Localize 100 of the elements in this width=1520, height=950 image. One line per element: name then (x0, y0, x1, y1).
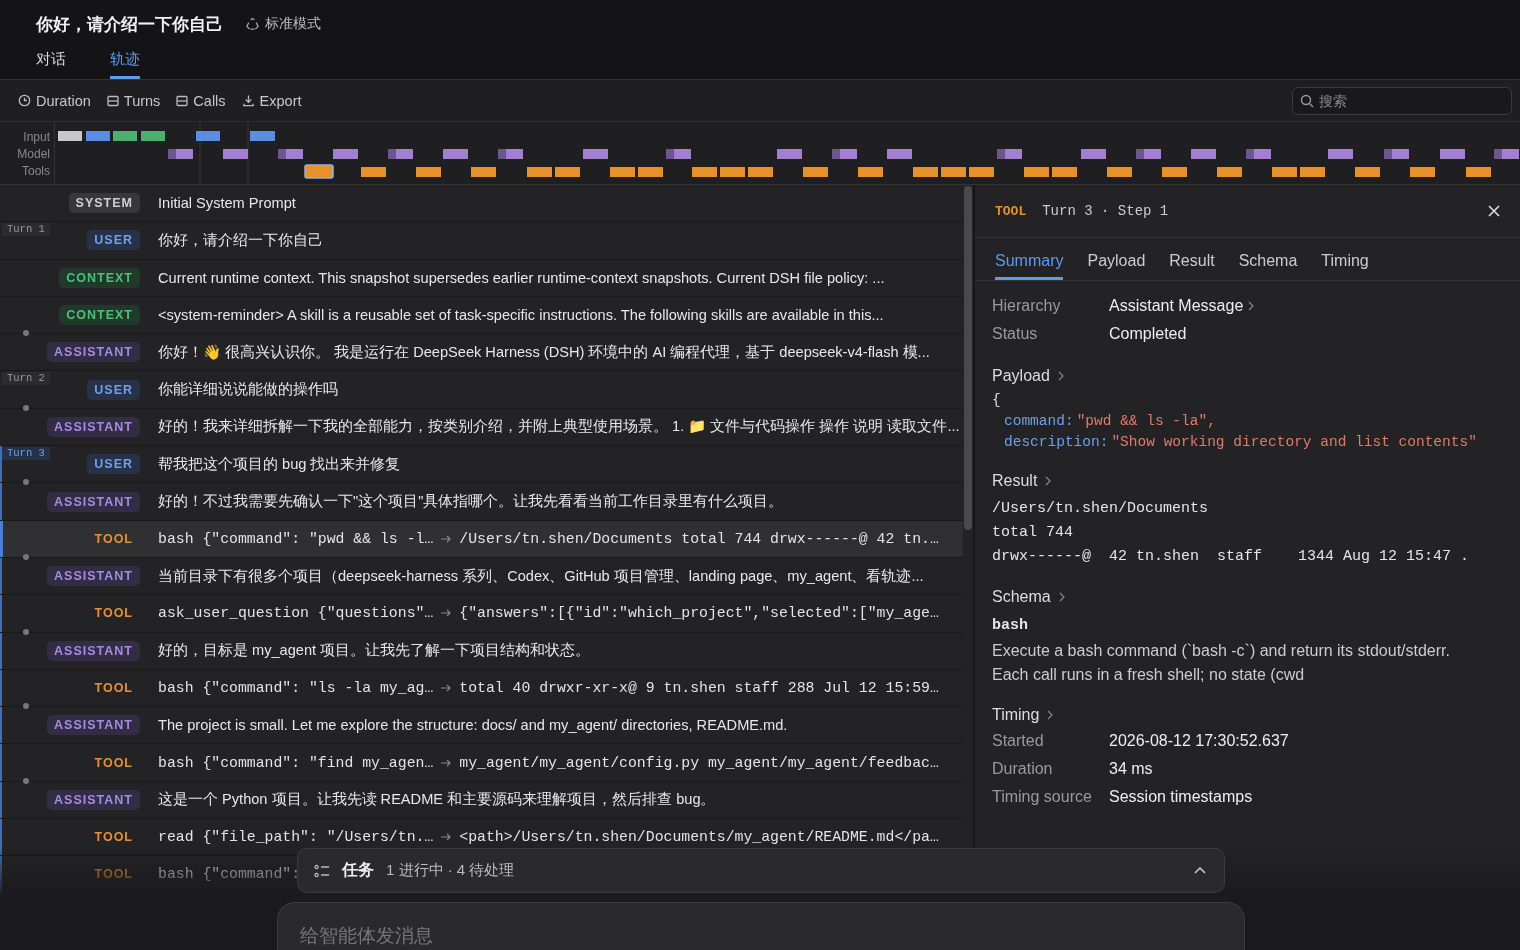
detail-tab[interactable]: Result (1169, 252, 1215, 280)
toolbar-button[interactable]: Turns (106, 92, 161, 109)
download-icon (241, 94, 255, 107)
trace-row[interactable]: TOOL bash {"command": "ls -la my_ag… total 40 drwxr-xr-x@ 9 tn.shen staff 288 Jul 12 15:59… (0, 669, 963, 708)
call-text: ask_user_question {"questions"… (158, 605, 434, 622)
role-label: TOOL (93, 754, 134, 772)
lane-label: Tools (22, 163, 50, 180)
trace-row[interactable]: TOOL bash {"command": "find my_agen… my_agent/my_agent/config.py my_agent/my_agent/feedbac… (0, 744, 963, 782)
call-text: bash {"command": "find my_agen… (158, 754, 434, 771)
cycle-icon (245, 16, 260, 32)
chevron-icon (1058, 592, 1065, 602)
chevron-up-icon[interactable] (1194, 867, 1206, 874)
code-key: description: (1004, 434, 1109, 450)
trace-row[interactable]: Turn 1 USER 你好，请介绍一下你自己 (0, 222, 963, 260)
detail-tab[interactable]: Summary (995, 252, 1064, 280)
chevron-icon (1045, 476, 1052, 486)
trace-row[interactable]: ASSISTANT 当前目录下有很多个项目（deepseek-harness 系列、Codex、GitHub 项目管理、landing page、my_agent、看轨迹... (0, 557, 963, 596)
message-text: Initial System Prompt (158, 195, 296, 212)
field-value: Completed (1109, 325, 1187, 343)
message-field[interactable]: 给智能体发消息 (277, 902, 1245, 950)
scrollbar-thumb[interactable] (964, 186, 972, 530)
timeline-drawing[interactable] (55, 122, 1520, 185)
trace-row[interactable]: Turn 2 USER 你能详细说说能做的操作吗 (0, 371, 963, 409)
detail-tab[interactable]: Payload (1087, 252, 1146, 280)
message-text: <system-reminder> A skill is a reusable set of task-specific instructions. The following skills are available in this... (158, 307, 884, 324)
message-text: 你好，请介绍一下你自己 (158, 230, 323, 250)
detail-tab[interactable]: Timing (1321, 252, 1369, 280)
trace-row[interactable]: ASSISTANT 这是一个 Python 项目。让我先读 README 和主要源码来理解项目，然后排查 bug。 (0, 781, 963, 820)
field-label: Started (992, 732, 1045, 750)
detail-title: Turn 3 · Step 1 (1042, 203, 1169, 219)
role-label: TOOL (995, 203, 1027, 219)
step-dot (23, 628, 29, 635)
step-dot (23, 703, 29, 710)
code-string: "pwd && ls -la", (1076, 413, 1216, 429)
field-label: Timing source (992, 788, 1093, 806)
result-line: drwx------@ 42 tn.shen staff 1344 Aug 12 15:47 . (992, 547, 1471, 567)
role-badge: ASSISTANT (47, 640, 140, 661)
tasks-toast[interactable]: 任务 1 进行中 · 4 待处理 (297, 848, 1225, 893)
arrow-icon (441, 534, 452, 543)
result-text: my_agent/my_agent/config.py my_agent/my_agent/feedbac… (459, 754, 939, 771)
call-text: bash {"command": "ls -la my_ag… (158, 680, 434, 696)
role-label: TOOL (93, 829, 134, 847)
conversation-title: 你好，请介绍一下你自己 (36, 13, 223, 36)
message-text: 好的！不过我需要先确认一下"这个项目"具体指哪个。让我先看看当前工作目录里有什么项目。 (158, 492, 784, 511)
role-badge: ASSISTANT (47, 491, 140, 512)
role-badge: USER (87, 379, 140, 400)
field-label: Status (992, 325, 1039, 343)
lane-label: Input (23, 129, 50, 146)
code-string: "Show working directory and list contents" (1111, 434, 1477, 450)
section-heading[interactable]: Payload (992, 367, 1050, 385)
trace-row[interactable]: TOOL bash {"command": "pwd && ls -l… /Users/tn.shen/Documents total 744 drwx------@ 42 tn.… (0, 520, 963, 558)
code-brace: { (992, 391, 1002, 410)
message-text: 好的！我来详细拆解一下我的全部能力，按类别介绍，并附上典型使用场景。 1. 📁 文件与代码操作 操作 说明 读取文件... (158, 417, 960, 437)
role-badge: CONTEXT (59, 305, 140, 326)
toolbar-button[interactable]: Export (241, 92, 302, 109)
section-heading[interactable]: Schema (992, 588, 1051, 606)
checklist-icon (314, 863, 330, 878)
list-icon (106, 94, 119, 107)
message-text: 这是一个 Python 项目。让我先读 README 和主要源码来理解项目，然后排查 bug。 (158, 790, 716, 810)
message-text: Current runtime context. This snapshot supersedes earlier runtime-context snapshots. Current DSH file policy: ... (158, 269, 885, 286)
close-icon[interactable] (1488, 205, 1500, 217)
section-heading[interactable]: Timing (992, 706, 1040, 724)
field-value[interactable]: Assistant Message (1109, 297, 1244, 315)
role-badge: SYSTEM (68, 193, 140, 214)
toolbar-button[interactable]: Duration (18, 92, 91, 109)
step-dot (23, 404, 29, 411)
role-label: TOOL (93, 530, 134, 548)
message-text: 当前目录下有很多个项目（deepseek-harness 系列、Codex、GitHub 项目管理、landing page、my_agent、看轨迹... (158, 566, 924, 586)
turn-label[interactable]: Turn 3 (2, 447, 50, 461)
list-icon (176, 94, 189, 107)
trace-row[interactable]: ASSISTANT 好的！我来详细拆解一下我的全部能力，按类别介绍，并附上典型使用场景。 1. 📁 文件与代码操作 操作 说明 读取文件... (0, 408, 963, 447)
trace-row[interactable]: Turn 3 USER 帮我把这个项目的 bug 找出来并修复 (0, 446, 963, 484)
step-dot (23, 330, 29, 337)
trace-row[interactable]: TOOL ask_user_question {"questions"… {"answers":[{"id":"which_project","selected":["my_age… (0, 595, 963, 633)
role-badge: USER (87, 454, 140, 475)
turn-label[interactable]: Turn 2 (2, 372, 50, 386)
turn-label[interactable]: Turn 1 (2, 223, 50, 237)
field-value: Session timestamps (1109, 788, 1253, 806)
message-text: 你好！👋 很高兴认识你。 我是运行在 DeepSeek Harness (DSH) 环境中的 AI 编程代理，基于 deepseek-v4-flash 模... (158, 342, 930, 362)
arrow-icon (441, 758, 452, 767)
view-tab[interactable]: 对话 (36, 48, 66, 79)
message-text: 帮我把这个项目的 bug 找出来并修复 (158, 454, 401, 474)
field-label: Duration (992, 760, 1054, 778)
step-dot (23, 777, 29, 784)
message-text: The project is small. Let me explore the structure: docs/ and my_agent/ directories, README.md. (158, 717, 788, 734)
trace-row[interactable]: ASSISTANT 好的，目标是 my_agent 项目。让我先了解一下项目结构和状态。 (0, 632, 963, 670)
detail-tab[interactable]: Schema (1238, 252, 1298, 280)
section-heading[interactable]: Result (992, 472, 1038, 490)
field-value: 2026-08-12 17:30:52.637 (1109, 732, 1289, 750)
role-badge: ASSISTANT (47, 342, 140, 363)
result-text: total 40 drwxr-xr-x@ 9 tn.shen staff 288 Jul 12 15:59… (459, 680, 939, 696)
message-text: 你能详细说说能做的操作吗 (158, 380, 338, 400)
role-badge: ASSISTANT (47, 566, 140, 587)
call-text: bash {"command": "pwd && ls -l… (158, 530, 434, 547)
search-icon (1300, 93, 1314, 108)
search-field[interactable]: 搜索 (1292, 86, 1512, 115)
result-line: total 744 (992, 523, 1074, 543)
role-label: TOOL (93, 605, 134, 623)
toolbar-button[interactable]: Calls (176, 92, 226, 109)
arrow-icon (441, 833, 452, 842)
